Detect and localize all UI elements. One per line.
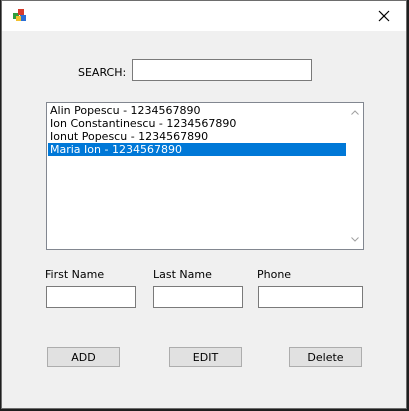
close-button[interactable] (361, 1, 406, 31)
last-name-label: Last Name (153, 268, 212, 281)
delete-button[interactable]: Delete (289, 347, 362, 367)
scroll-up-button[interactable] (346, 104, 363, 121)
last-name-field[interactable] (153, 286, 243, 308)
scroll-down-button[interactable] (346, 231, 363, 248)
search-input[interactable] (132, 59, 312, 81)
first-name-field[interactable] (46, 286, 136, 308)
contacts-list: Alin Popescu - 1234567890 Ion Constantine… (48, 104, 346, 156)
first-name-label: First Name (45, 268, 105, 281)
add-button[interactable]: ADD (47, 347, 120, 367)
close-icon (378, 10, 389, 22)
list-item[interactable]: Ion Constantinescu - 1234567890 (48, 117, 346, 130)
list-scrollbar[interactable] (346, 103, 363, 249)
search-label: SEARCH: (78, 66, 127, 79)
chevron-up-icon (350, 110, 359, 115)
app-icon (12, 7, 28, 23)
list-item[interactable]: Ionut Popescu - 1234567890 (48, 130, 346, 143)
contacts-listbox[interactable]: Alin Popescu - 1234567890 Ion Constantine… (46, 102, 364, 250)
chevron-down-icon (350, 237, 359, 242)
list-item[interactable]: Maria Ion - 1234567890 (48, 143, 346, 156)
phone-field[interactable] (258, 286, 363, 308)
list-item[interactable]: Alin Popescu - 1234567890 (48, 104, 346, 117)
app-window: SEARCH: Alin Popescu - 1234567890 Ion Con… (1, 0, 407, 409)
phone-label: Phone (257, 268, 292, 281)
edit-button[interactable]: EDIT (169, 347, 242, 367)
title-bar[interactable] (2, 1, 406, 31)
